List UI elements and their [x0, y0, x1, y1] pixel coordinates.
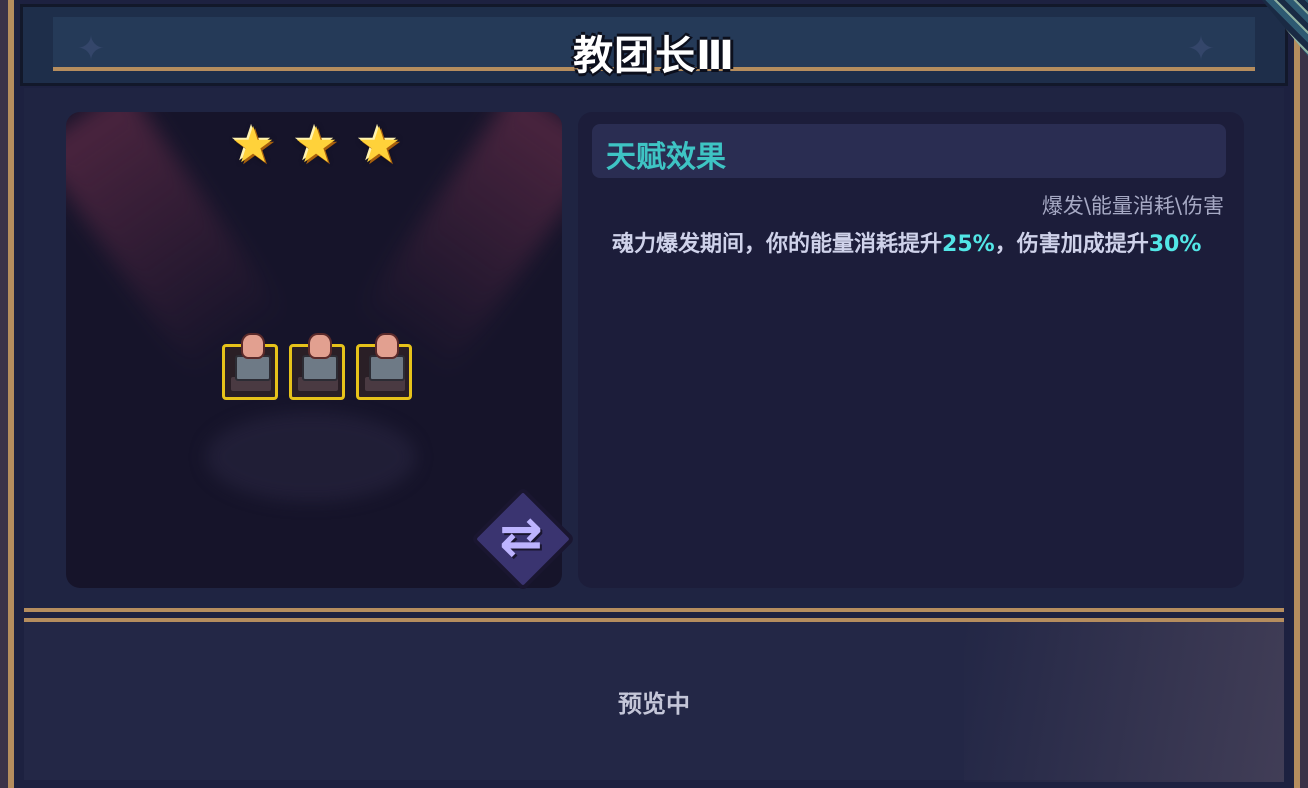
talent-tags: 爆发\能量消耗\伤害 [1041, 194, 1224, 218]
star-icon: ★ [293, 116, 339, 174]
talent-description: 魂力爆发期间，你的能量消耗提升25%，伤害加成提升30% [612, 230, 1212, 260]
talent-header: 天赋效果 [592, 124, 1226, 178]
unit-slot [289, 333, 345, 400]
footer-panel: 预览中 [24, 618, 1284, 782]
talent-desc-value: 25% [942, 232, 995, 257]
page-title: 教团长Ⅲ [573, 33, 735, 79]
talent-desc-text: ，伤害加成提升 [994, 232, 1149, 257]
stage-floor [206, 412, 416, 502]
unit-slot [356, 333, 412, 400]
title-bar: ✦ ✦ 教团长Ⅲ [20, 4, 1288, 86]
talent-panel: 天赋效果 爆发\能量消耗\伤害 魂力爆发期间，你的能量消耗提升25%，伤害加成提… [578, 112, 1244, 588]
unit-head-icon [375, 333, 399, 359]
talent-desc-text: 魂力爆发期间，你的能量消耗提升 [612, 232, 943, 257]
talent-desc-value: 30% [1148, 232, 1202, 257]
unit-head-icon [241, 333, 265, 359]
unit-slot [222, 333, 278, 400]
unit-group [222, 333, 412, 404]
star-icon: ★ [356, 116, 402, 174]
talent-title: 天赋效果 [606, 140, 726, 175]
preview-status: 预览中 [618, 690, 690, 718]
star-icon: ★ [230, 116, 276, 174]
star-rating: ★ ★ ★ [226, 118, 406, 178]
unit-head-icon [308, 333, 332, 359]
swap-button[interactable]: ⇄ [470, 486, 576, 592]
swap-icon: ⇄ [499, 507, 543, 567]
